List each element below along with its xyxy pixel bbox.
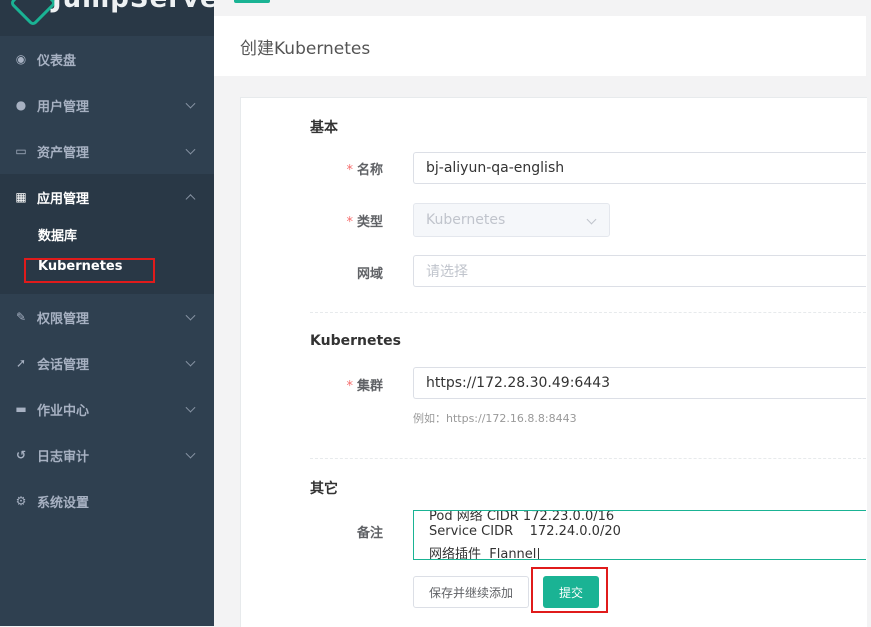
chevron-up-icon (185, 194, 196, 205)
required-mark: * (346, 215, 353, 230)
section-title-basic: 基本 (310, 120, 338, 136)
sidebar: JumpServer ◉ 仪表盘 ● 用户管理 ▭ 资产管理 数据库 Kuber… (0, 0, 214, 626)
gears-icon: ⚙ (15, 494, 27, 508)
domain-label: 网域 (356, 267, 383, 282)
sidebar-item-label: 仪表盘 (37, 53, 77, 69)
sidebar-subitem-database[interactable]: 数据库 (38, 225, 77, 244)
highlight-box-kubernetes (24, 258, 155, 283)
rocket-icon: ➚ (15, 356, 27, 370)
comment-line-last: 网络插件 Flannel (429, 543, 540, 559)
section-divider (310, 312, 866, 313)
type-label: * 类型 (346, 215, 383, 230)
sidebar-item-dashboard[interactable]: ◉ 仪表盘 (0, 36, 214, 82)
users-icon: ● (15, 98, 27, 112)
sidebar-item-permissions[interactable]: ✎ 权限管理 (0, 294, 214, 340)
chevron-down-icon (185, 448, 196, 459)
logo-text: JumpServer (52, 0, 214, 14)
sidebar-item-label: 资产管理 (37, 145, 90, 161)
sidebar-item-label: 作业中心 (37, 403, 90, 419)
highlight-box-submit (531, 567, 608, 613)
save-and-continue-button[interactable]: 保存并继续添加 (413, 576, 529, 608)
cluster-label: * 集群 (346, 379, 383, 394)
inbox-icon: ▭ (15, 144, 27, 158)
section-divider (310, 458, 866, 459)
dashboard-icon: ◉ (15, 52, 27, 66)
topbar (214, 0, 866, 16)
chevron-down-icon (586, 214, 597, 225)
required-mark: * (346, 379, 353, 394)
sidebar-item-label: 系统设置 (37, 495, 90, 511)
chevron-down-icon (185, 98, 196, 109)
comment-line: Service CIDR 172.24.0.0/20 (429, 524, 621, 539)
edit-icon: ✎ (15, 310, 27, 324)
grid-icon: ▦ (15, 190, 27, 204)
sidebar-item-assets[interactable]: ▭ 资产管理 (0, 128, 214, 174)
page-header: 创建Kubernetes (214, 16, 866, 76)
top-button[interactable] (234, 0, 270, 3)
section-title-other: 其它 (310, 481, 338, 497)
sidebar-item-label: 用户管理 (37, 99, 90, 115)
sidebar-item-label: 会话管理 (37, 357, 90, 373)
cluster-input[interactable]: https://172.28.30.49:6443 (413, 367, 866, 399)
sidebar-item-settings[interactable]: ⚙ 系统设置 (0, 478, 214, 524)
sidebar-item-label: 日志审计 (37, 449, 90, 465)
logo-mark-icon (8, 0, 58, 28)
type-select[interactable]: Kubernetes (413, 203, 610, 237)
sidebar-item-audit[interactable]: ↺ 日志审计 (0, 432, 214, 478)
sidebar-item-label: 权限管理 (37, 311, 90, 327)
comment-textarea[interactable]: Pod 网络 CIDR 172.23.0.0/16 Service CIDR 1… (413, 510, 866, 560)
chevron-down-icon (185, 402, 196, 413)
history-icon: ↺ (15, 448, 27, 462)
logo[interactable]: JumpServer (0, 0, 214, 36)
name-input[interactable]: bj-aliyun-qa-english (413, 152, 866, 184)
chevron-down-icon (185, 310, 196, 321)
domain-select[interactable]: 请选择 (413, 255, 866, 287)
comment-line: Pod 网络 CIDR 172.23.0.0/16 (429, 510, 615, 524)
sidebar-item-users[interactable]: ● 用户管理 (0, 82, 214, 128)
page-title: 创建Kubernetes (240, 39, 371, 59)
coffee-icon: ▬ (15, 402, 27, 416)
comment-label: 备注 (356, 526, 383, 541)
text-caret (538, 547, 540, 559)
sidebar-item-sessions[interactable]: ➚ 会话管理 (0, 340, 214, 386)
cluster-hint: 例如：https://172.16.8.8:8443 (413, 412, 577, 425)
chevron-down-icon (185, 356, 196, 367)
sidebar-item-jobs[interactable]: ▬ 作业中心 (0, 386, 214, 432)
type-select-value: Kubernetes (426, 212, 506, 228)
required-mark: * (346, 163, 353, 178)
sidebar-item-applications[interactable]: ▦ 应用管理 (0, 174, 214, 220)
name-label: * 名称 (346, 163, 383, 178)
section-title-kubernetes: Kubernetes (310, 333, 401, 349)
chevron-down-icon (185, 144, 196, 155)
sidebar-item-label: 应用管理 (37, 191, 90, 207)
